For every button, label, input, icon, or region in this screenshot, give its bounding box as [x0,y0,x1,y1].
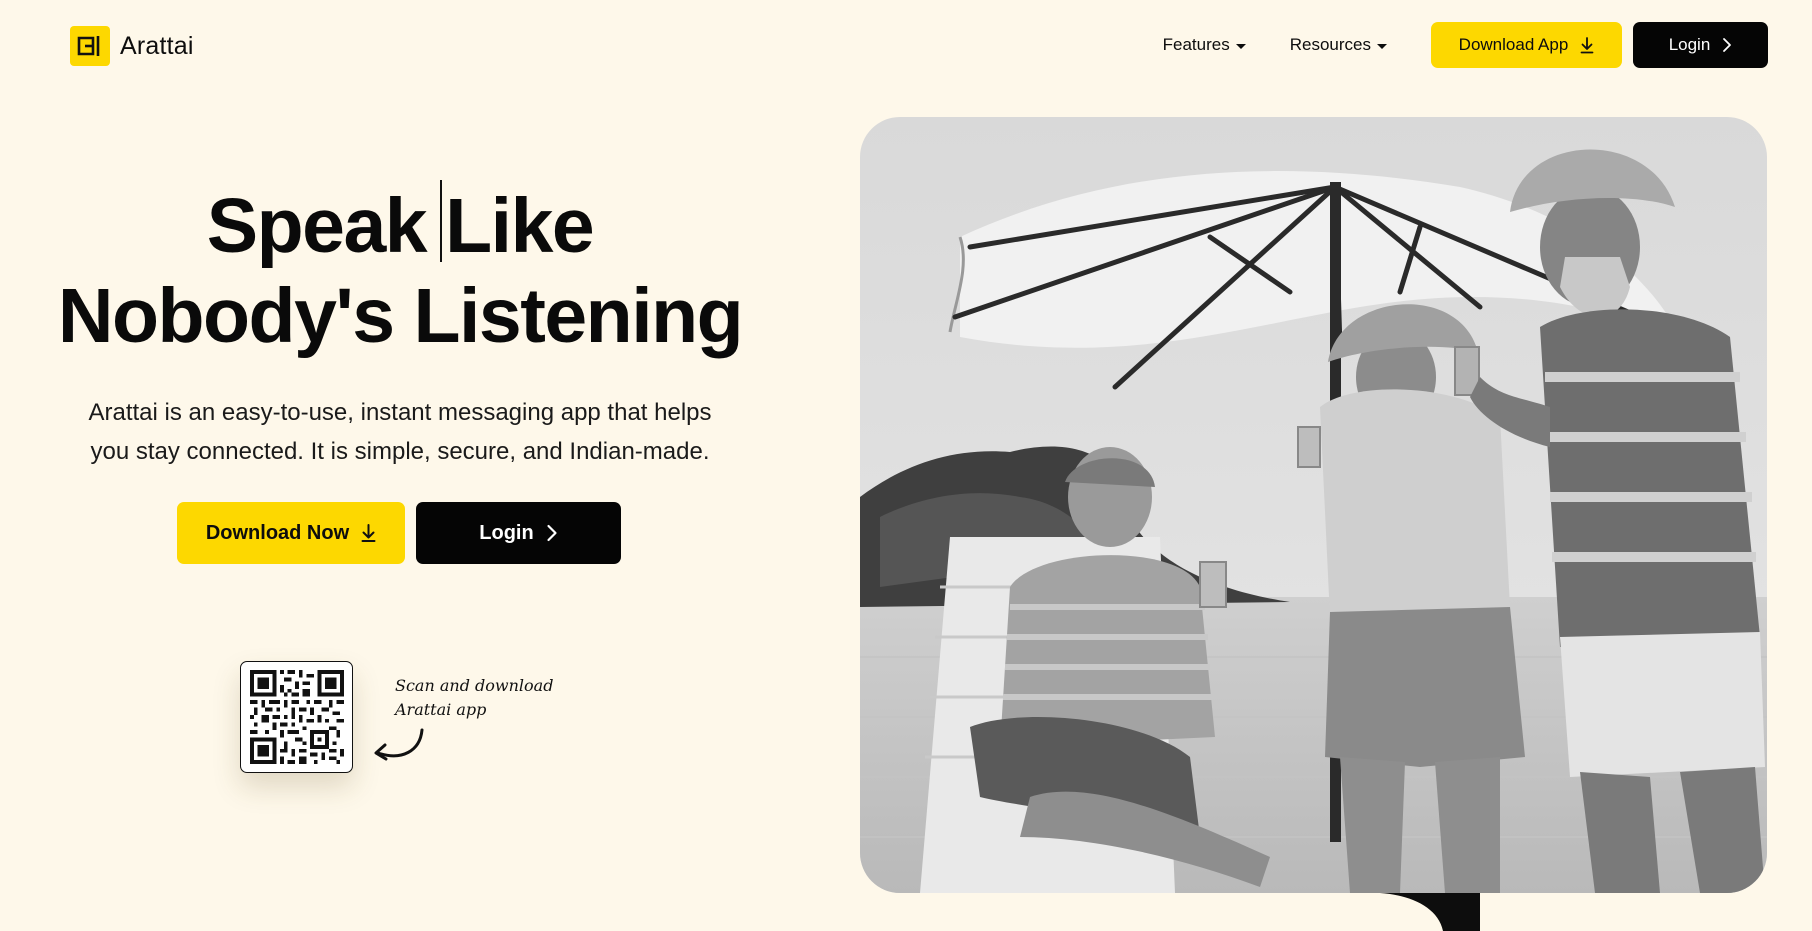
nav-resources-label: Resources [1289,35,1371,54]
headline-word-speak: Speak [206,183,428,269]
caret-down-icon [1377,43,1387,49]
caret-down-icon [1235,43,1246,49]
hero-login-button[interactable]: Login [416,502,621,564]
hero-login-label: Login [479,521,534,544]
hero-section: Speak Like Nobody's Listening Arattai is … [0,180,800,564]
tagline-line-2: you stay connected. It is simple, secure… [90,438,710,465]
header-download-app-button[interactable]: Download App [1431,22,1622,68]
download-now-label: Download Now [205,521,350,544]
arattai-logo-icon [70,26,110,66]
site-header: Arattai Features Resources Download App … [0,0,1812,92]
download-app-label: Download App [1458,35,1569,54]
headline-word-like: Like [445,183,595,269]
hero-headline: Speak Like Nobody's Listening [0,180,800,361]
beach-friends-photo [860,117,1767,893]
qr-code-card [240,661,353,773]
curly-arrow-icon [374,728,424,761]
download-now-button[interactable]: Download Now [177,502,405,564]
brand-name: Arattai [120,31,194,60]
download-arrow-icon [361,524,376,542]
header-login-button[interactable]: Login [1633,22,1768,68]
tagline-line-1: Arattai is an easy-to-use, instant messa… [88,399,712,426]
header-login-label: Login [1668,35,1711,54]
nav-features[interactable]: Features [1163,35,1246,55]
top-nav: Features Resources Download App Login [1163,22,1768,68]
download-arrow-icon [1580,37,1594,54]
hero-cta-group: Download Now Login [177,502,621,564]
chevron-right-icon [1723,38,1732,52]
chevron-right-icon [547,524,557,542]
qr-code [249,670,344,764]
hero-photo [860,117,1767,893]
nav-resources[interactable]: Resources [1290,35,1387,55]
nav-features-label: Features [1162,35,1230,54]
hero-tagline: Arattai is an easy-to-use, instant messa… [0,393,800,471]
qr-caption: Scan and download Arattai app [395,676,554,719]
brand-logo[interactable]: Arattai [70,26,194,66]
typing-cursor [440,180,443,262]
headline-line-2: Nobody's Listening [57,273,744,359]
decorative-curve [1380,893,1480,931]
